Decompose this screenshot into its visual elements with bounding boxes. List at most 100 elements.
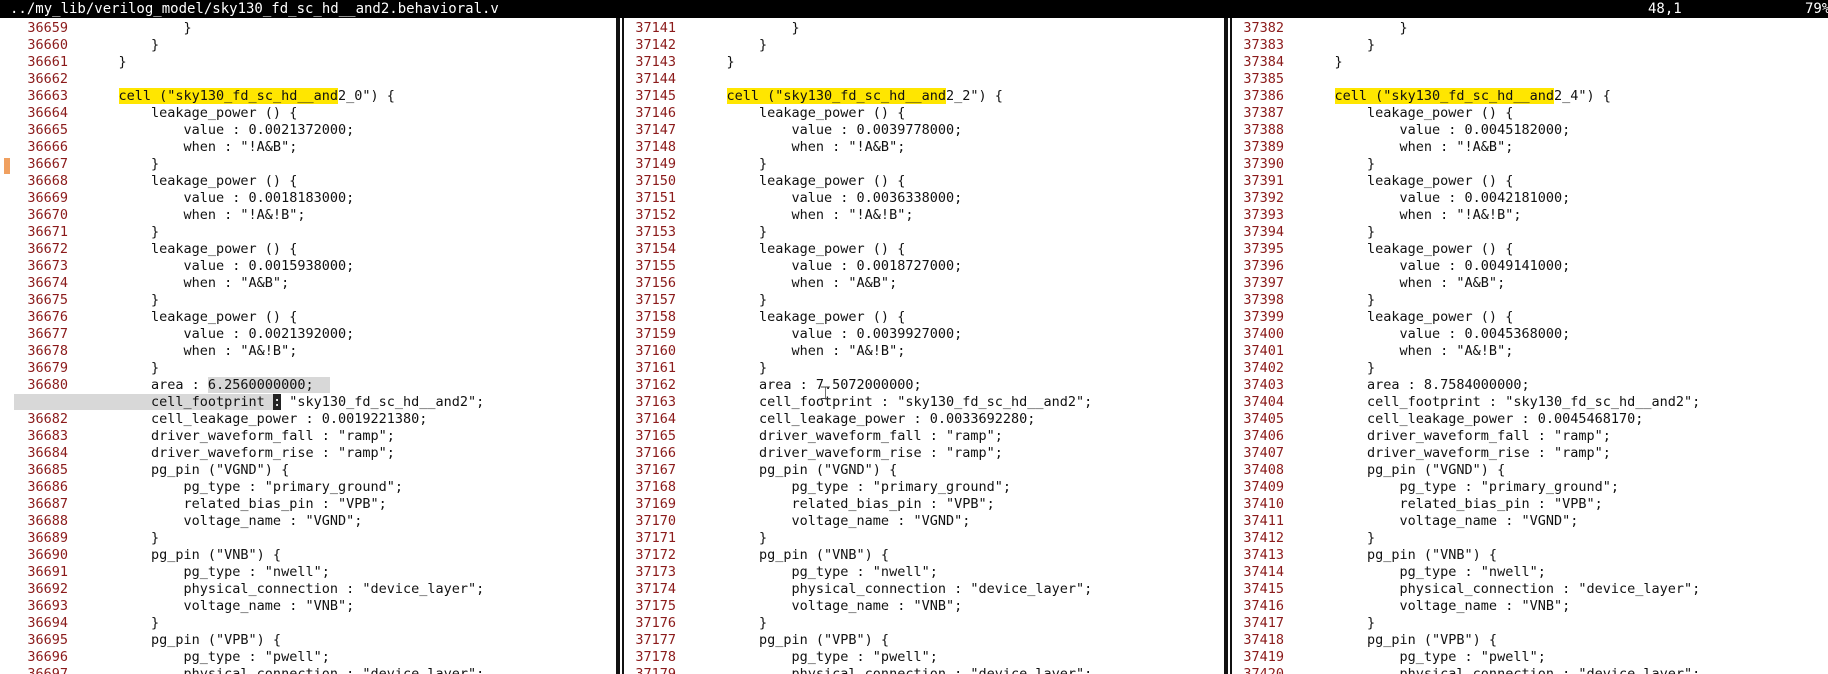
code-line[interactable]: 37178 pg_type : "pwell"; [622, 649, 1222, 666]
code-line[interactable]: 37406 driver_waveform_fall : "ramp"; [1230, 428, 1828, 445]
code-line[interactable]: 36695 pg_pin ("VPB") { [14, 632, 614, 649]
code-line[interactable]: 37417 } [1230, 615, 1828, 632]
code-line[interactable]: 37154 leakage_power () { [622, 241, 1222, 258]
code-line[interactable]: 36666 when : "!A&B"; [14, 139, 614, 156]
code-line[interactable]: 36697 physical_connection : "device_laye… [14, 666, 614, 674]
code-line[interactable]: 37176 } [622, 615, 1222, 632]
code-line[interactable]: 36685 pg_pin ("VGND") { [14, 462, 614, 479]
code-line[interactable]: 37419 pg_type : "pwell"; [1230, 649, 1828, 666]
code-line[interactable]: 37172 pg_pin ("VNB") { [622, 547, 1222, 564]
code-line[interactable]: 36693 voltage_name : "VNB"; [14, 598, 614, 615]
code-line[interactable]: 37404 cell_footprint : "sky130_fd_sc_hd_… [1230, 394, 1828, 411]
code-line[interactable]: 36677 value : 0.0021392000; [14, 326, 614, 343]
code-line[interactable]: 37170 voltage_name : "VGND"; [622, 513, 1222, 530]
code-line[interactable]: 37402 } [1230, 360, 1828, 377]
code-line[interactable]: 37397 when : "A&B"; [1230, 275, 1828, 292]
code-line[interactable]: 37389 when : "!A&B"; [1230, 139, 1828, 156]
code-line[interactable]: 37143 } [622, 54, 1222, 71]
code-line[interactable]: 37405 cell_leakage_power : 0.0045468170; [1230, 411, 1828, 428]
code-line[interactable]: 37160 when : "A&!B"; [622, 343, 1222, 360]
code-line[interactable]: 37174 physical_connection : "device_laye… [622, 581, 1222, 598]
code-line[interactable]: 37150 leakage_power () { [622, 173, 1222, 190]
code-line[interactable]: 36674 when : "A&B"; [14, 275, 614, 292]
code-line[interactable]: 37391 leakage_power () { [1230, 173, 1828, 190]
code-line[interactable]: 36665 value : 0.0021372000; [14, 122, 614, 139]
code-line[interactable]: 37403 area : 8.7584000000; [1230, 377, 1828, 394]
code-line[interactable]: 37179 physical_connection : "device_laye… [622, 666, 1222, 674]
code-line[interactable]: 37390 } [1230, 156, 1828, 173]
code-line[interactable]: 36680 area : 6.2560000000; [14, 377, 614, 394]
code-line[interactable]: 37169 related_bias_pin : "VPB"; [622, 496, 1222, 513]
code-line[interactable]: 36684 driver_waveform_rise : "ramp"; [14, 445, 614, 462]
code-line[interactable]: 37384 } [1230, 54, 1828, 71]
code-line[interactable]: 37166 driver_waveform_rise : "ramp"; [622, 445, 1222, 462]
code-line[interactable]: 36696 pg_type : "pwell"; [14, 649, 614, 666]
code-line[interactable]: 36662 [14, 71, 614, 88]
code-line[interactable]: 37149 } [622, 156, 1222, 173]
code-line[interactable]: 37167 pg_pin ("VGND") { [622, 462, 1222, 479]
code-line[interactable]: 37413 pg_pin ("VNB") { [1230, 547, 1828, 564]
code-line[interactable]: 37153 } [622, 224, 1222, 241]
code-line[interactable]: 37418 pg_pin ("VPB") { [1230, 632, 1828, 649]
code-line[interactable]: 36671 } [14, 224, 614, 241]
code-line[interactable]: 36687 related_bias_pin : "VPB"; [14, 496, 614, 513]
code-line[interactable]: 37408 pg_pin ("VGND") { [1230, 462, 1828, 479]
code-line[interactable]: 37141 } [622, 20, 1222, 37]
code-line[interactable]: 36675 } [14, 292, 614, 309]
code-line[interactable]: 37394 } [1230, 224, 1828, 241]
code-line[interactable]: 36678 when : "A&!B"; [14, 343, 614, 360]
code-line[interactable]: 37168 pg_type : "primary_ground"; [622, 479, 1222, 496]
code-line[interactable]: 36692 physical_connection : "device_laye… [14, 581, 614, 598]
code-line[interactable]: 36669 value : 0.0018183000; [14, 190, 614, 207]
code-line[interactable]: 37414 pg_type : "nwell"; [1230, 564, 1828, 581]
code-line[interactable]: 37412 } [1230, 530, 1828, 547]
code-line[interactable]: 37407 driver_waveform_rise : "ramp"; [1230, 445, 1828, 462]
code-line[interactable]: 37158 leakage_power () { [622, 309, 1222, 326]
code-line[interactable]: 37392 value : 0.0042181000; [1230, 190, 1828, 207]
code-line[interactable]: 36689 } [14, 530, 614, 547]
code-line[interactable]: 36688 voltage_name : "VGND"; [14, 513, 614, 530]
code-line[interactable]: 37148 when : "!A&B"; [622, 139, 1222, 156]
code-line[interactable]: 37399 leakage_power () { [1230, 309, 1828, 326]
code-line[interactable]: 36682 cell_leakage_power : 0.0019221380; [14, 411, 614, 428]
code-line[interactable]: 36664 leakage_power () { [14, 105, 614, 122]
code-line[interactable]: 37420 physical_connection : "device_laye… [1230, 666, 1828, 674]
code-line[interactable]: 37393 when : "!A&!B"; [1230, 207, 1828, 224]
code-line[interactable]: 36670 when : "!A&!B"; [14, 207, 614, 224]
code-line[interactable]: 37383 } [1230, 37, 1828, 54]
code-line[interactable]: 37387 leakage_power () { [1230, 105, 1828, 122]
code-line[interactable]: 36672 leakage_power () { [14, 241, 614, 258]
code-line[interactable]: 37410 related_bias_pin : "VPB"; [1230, 496, 1828, 513]
code-line[interactable]: 36676 leakage_power () { [14, 309, 614, 326]
code-line[interactable]: 37386 cell ("sky130_fd_sc_hd__and2_4") { [1230, 88, 1828, 105]
code-line[interactable]: 37400 value : 0.0045368000; [1230, 326, 1828, 343]
code-line[interactable]: 37396 value : 0.0049141000; [1230, 258, 1828, 275]
code-line[interactable]: 37411 voltage_name : "VGND"; [1230, 513, 1828, 530]
code-line[interactable]: 37144 [622, 71, 1222, 88]
code-line[interactable]: 37147 value : 0.0039778000; [622, 122, 1222, 139]
code-line[interactable]: 37173 pg_type : "nwell"; [622, 564, 1222, 581]
code-line[interactable]: 37416 voltage_name : "VNB"; [1230, 598, 1828, 615]
code-line[interactable]: 36681 cell_footprint : "sky130_fd_sc_hd_… [14, 394, 614, 411]
code-line[interactable]: 37156 when : "A&B"; [622, 275, 1222, 292]
editor-pane-right[interactable]: 37382 } 37383 } 37384 } 37385 37386 cell ("s… [1230, 20, 1828, 674]
editor-pane-middle[interactable]: 37141 } 37142 } 37143 } 37144 37145 cell ("s… [622, 20, 1222, 674]
code-line[interactable]: 37409 pg_type : "primary_ground"; [1230, 479, 1828, 496]
code-line[interactable]: 37159 value : 0.0039927000; [622, 326, 1222, 343]
code-line[interactable]: 37155 value : 0.0018727000; [622, 258, 1222, 275]
code-line[interactable]: 37151 value : 0.0036338000; [622, 190, 1222, 207]
code-line[interactable]: 37415 physical_connection : "device_laye… [1230, 581, 1828, 598]
code-line[interactable]: 37146 leakage_power () { [622, 105, 1222, 122]
code-line[interactable]: 37175 voltage_name : "VNB"; [622, 598, 1222, 615]
code-line[interactable]: 37157 } [622, 292, 1222, 309]
code-line[interactable]: 37162 area : 7.5072000000; [622, 377, 1222, 394]
code-line[interactable]: 36668 leakage_power () { [14, 173, 614, 190]
code-line[interactable]: 37398 } [1230, 292, 1828, 309]
code-line[interactable]: 37163 cell_footprint : "sky130_fd_sc_hd_… [622, 394, 1222, 411]
code-line[interactable]: 37145 cell ("sky130_fd_sc_hd__and2_2") { [622, 88, 1222, 105]
code-line[interactable]: 36683 driver_waveform_fall : "ramp"; [14, 428, 614, 445]
code-line[interactable]: 36660 } [14, 37, 614, 54]
code-line[interactable]: 36673 value : 0.0015938000; [14, 258, 614, 275]
code-line[interactable]: 37388 value : 0.0045182000; [1230, 122, 1828, 139]
code-line[interactable]: 36686 pg_type : "primary_ground"; [14, 479, 614, 496]
